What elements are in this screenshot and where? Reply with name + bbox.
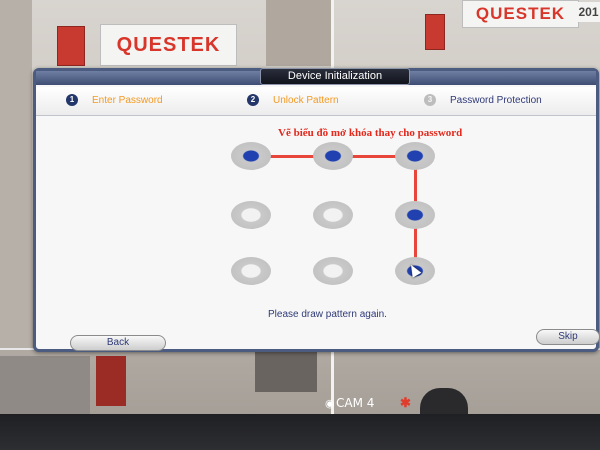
pattern-dot-5[interactable] <box>313 201 353 229</box>
red-poster-right <box>425 14 445 50</box>
camera-label: CAM 4 <box>336 396 375 410</box>
wall-pillar <box>0 0 32 350</box>
camera-icon: ◉ <box>325 398 335 410</box>
brand-sign-right: QUESTEK <box>462 0 579 28</box>
red-poster-left <box>57 26 85 66</box>
pattern-dot-3[interactable] <box>395 142 435 170</box>
year-sign: 201 <box>577 2 600 22</box>
chair-shape <box>96 356 126 406</box>
pattern-dot-8[interactable] <box>313 257 353 285</box>
shelf-shape <box>0 356 90 414</box>
device-initialization-dialog: Device Initialization 1 Enter Password 2… <box>33 68 600 352</box>
person-shape <box>420 388 468 415</box>
skip-button[interactable]: Skip <box>536 329 600 345</box>
counter-shape <box>255 352 317 392</box>
pattern-dot-1[interactable] <box>231 142 271 170</box>
screen: QUESTEK QUESTEK 201 ◉ CAM 4 ✱ Device Ini… <box>0 0 600 450</box>
back-button[interactable]: Back <box>70 335 166 351</box>
pattern-dot-2[interactable] <box>313 142 353 170</box>
pattern-dot-4[interactable] <box>231 201 271 229</box>
pattern-dot-7[interactable] <box>231 257 271 285</box>
pattern-dot-6[interactable] <box>395 201 435 229</box>
status-message: Please draw pattern again. <box>268 309 387 320</box>
brand-sign-left: QUESTEK <box>100 24 237 66</box>
monitor-bezel <box>0 414 600 450</box>
record-icon: ✱ <box>400 395 411 410</box>
unlock-pattern-pad[interactable] <box>36 71 596 349</box>
wall-panel <box>266 0 331 66</box>
